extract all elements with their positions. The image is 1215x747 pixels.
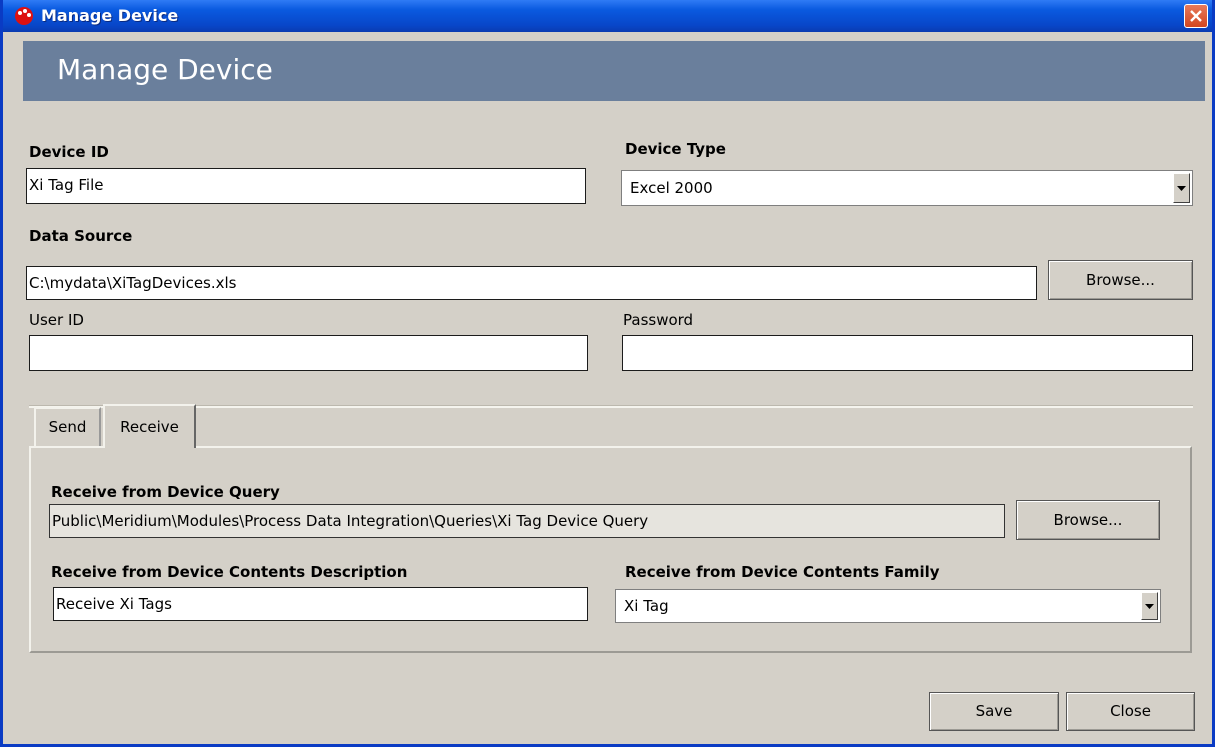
contents-family-dropdown-button[interactable] [1141,592,1158,620]
device-type-select[interactable]: Excel 2000 [621,170,1193,206]
dialog-content: Manage Device Device ID Xi Tag File Devi… [3,32,1212,744]
receive-query-label: Receive from Device Query [51,483,280,501]
contents-description-input[interactable]: Receive Xi Tags [53,587,588,621]
tab-send[interactable]: Send [34,407,101,446]
contents-family-label: Receive from Device Contents Family [625,563,940,581]
manage-device-window: Manage Device Manage Device Device ID Xi… [0,0,1215,747]
page-title: Manage Device [57,53,273,86]
password-input[interactable] [622,335,1193,371]
device-id-label: Device ID [29,143,109,161]
contents-description-label: Receive from Device Contents Description [51,563,408,581]
page-header: Manage Device [23,41,1205,101]
device-type-label: Device Type [625,140,726,158]
device-type-dropdown-button[interactable] [1173,173,1190,203]
save-button[interactable]: Save [929,692,1059,731]
device-type-value: Excel 2000 [630,179,713,197]
separator [29,405,1193,408]
contents-family-select[interactable]: Xi Tag [615,589,1161,623]
close-window-button[interactable] [1184,4,1208,28]
user-id-label: User ID [29,311,84,329]
dropdown-arrow-icon [1145,604,1154,609]
window-title: Manage Device [41,6,179,25]
meridium-logo-icon [15,7,33,25]
password-label: Password [623,311,694,329]
contents-family-value: Xi Tag [624,597,669,615]
user-id-input[interactable] [29,335,588,371]
receive-query-browse-button[interactable]: Browse... [1016,500,1160,540]
title-bar[interactable]: Manage Device [3,0,1212,32]
tab-receive[interactable]: Receive [103,404,196,448]
dropdown-arrow-icon [1177,186,1186,191]
close-icon [1190,10,1202,22]
close-button[interactable]: Close [1066,692,1195,731]
receive-query-input[interactable]: Public\Meridium\Modules\Process Data Int… [49,504,1005,538]
device-id-input[interactable]: Xi Tag File [26,168,586,204]
data-source-browse-button[interactable]: Browse... [1048,260,1193,300]
data-source-input[interactable]: C:\mydata\XiTagDevices.xls [26,266,1037,300]
data-source-label: Data Source [29,227,133,245]
